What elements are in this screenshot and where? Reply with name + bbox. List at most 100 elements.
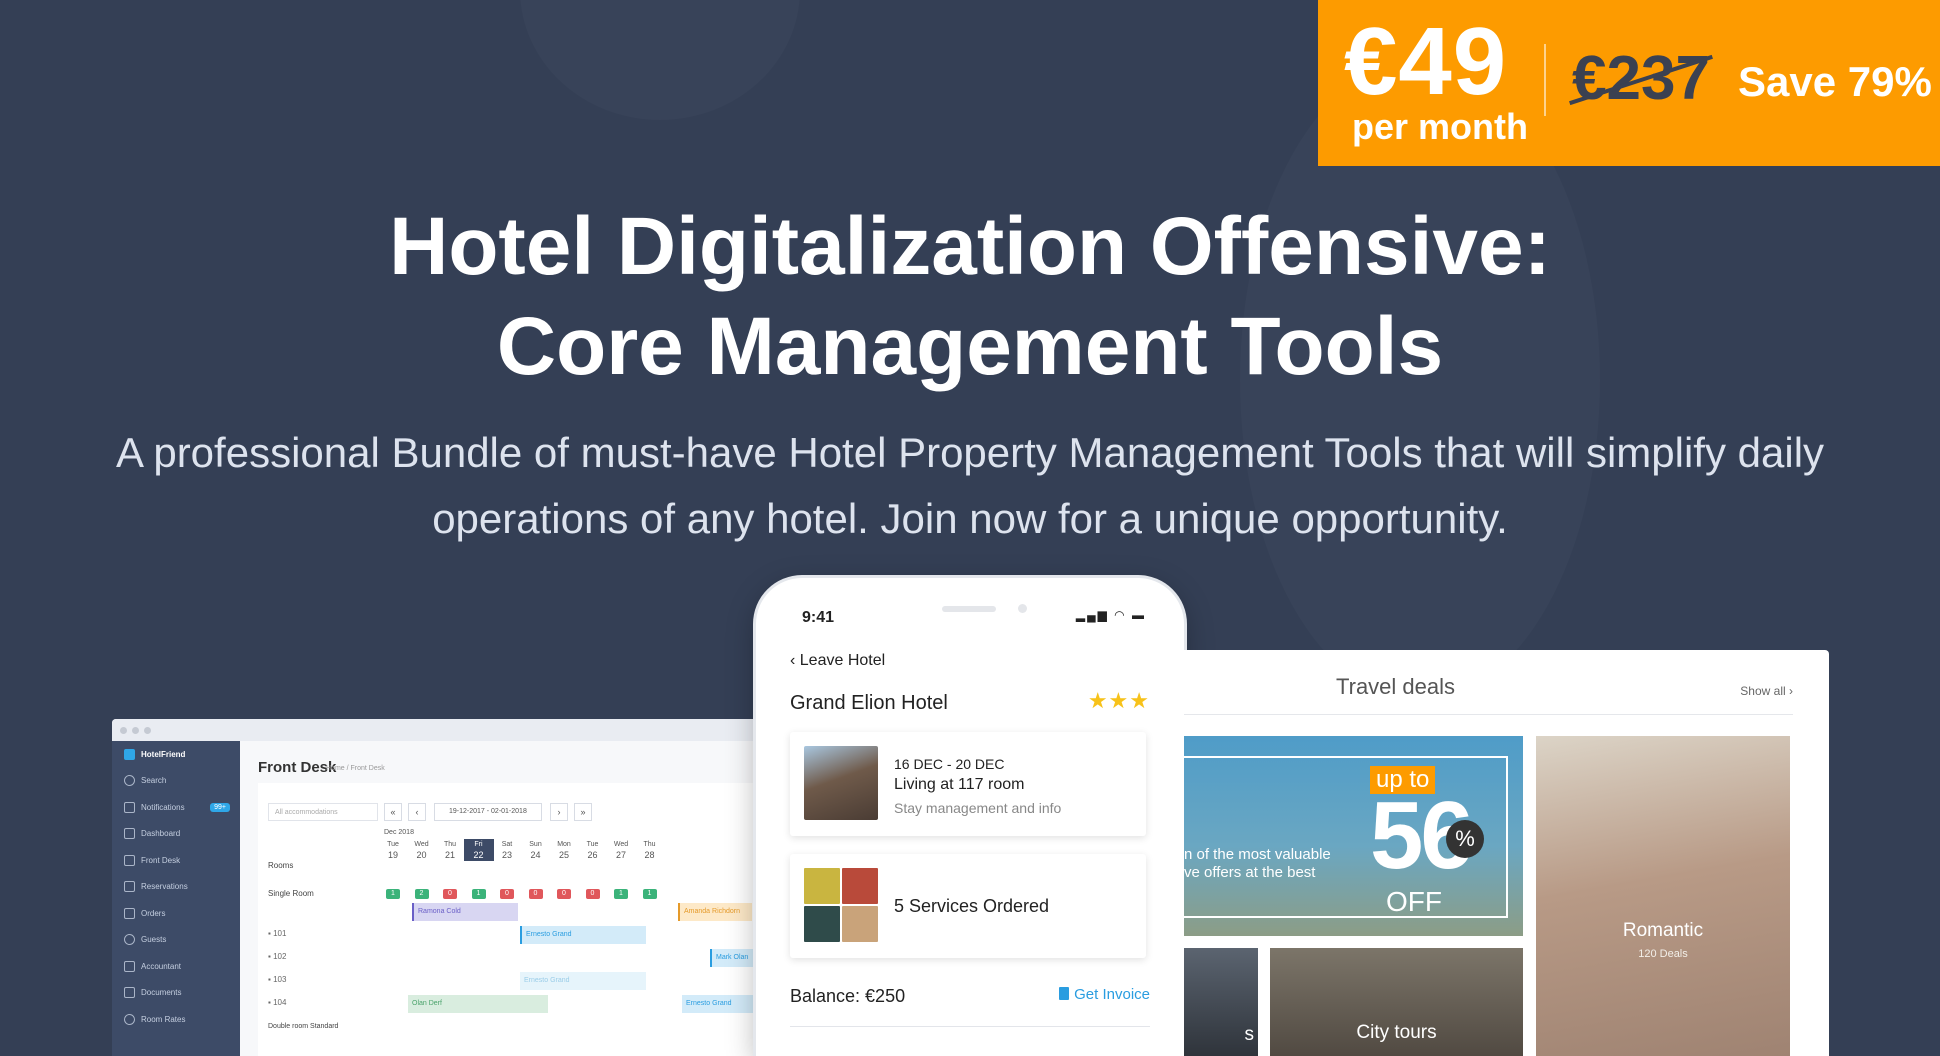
booking-grid: All accommodations « ‹ 19-12-2017 - 02-0… — [258, 783, 792, 1056]
deal-romantic-title: Romantic — [1622, 920, 1704, 941]
availability-cell: 1 — [386, 889, 400, 899]
rooms-header: Rooms — [268, 861, 294, 870]
booking-bar[interactable]: Mark Olan — [710, 949, 756, 967]
sidebar-item-front-desk[interactable]: Front Desk — [112, 847, 240, 874]
status-icons: ▂▄▆ ◠ ▬ — [1076, 608, 1146, 622]
day-column-7[interactable]: Tue 26 — [578, 839, 608, 861]
sidebar-item-notifications[interactable]: Notifications 99+ — [112, 794, 240, 821]
tray-icon — [124, 907, 135, 919]
percent-badge: % — [1446, 820, 1484, 858]
sidebar-item-logo[interactable]: HotelFriend — [112, 741, 240, 768]
chevron-right-icon: › — [1789, 684, 1793, 698]
availability-cell: 2 — [414, 889, 429, 899]
day-column-3[interactable]: Fri 22 — [463, 839, 494, 861]
price: €49 — [1344, 8, 1508, 115]
availability-cell: 1 — [642, 889, 657, 899]
show-all-link[interactable]: Show all › — [1740, 684, 1793, 698]
day-column-1[interactable]: Wed 20 — [407, 839, 437, 861]
service-photo — [804, 868, 840, 904]
stay-info: Stay management and info — [894, 800, 1062, 816]
deal-card-romantic[interactable]: Romantic 120 Deals — [1536, 736, 1790, 1056]
booking-bar[interactable]: Ernesto Grand — [520, 972, 646, 990]
deal-card-partial[interactable]: s — [1184, 948, 1258, 1056]
hero-subtitle-line2: operations of any hotel. Join now for a … — [432, 495, 1508, 542]
price-badge[interactable]: €49 per month €237 Save 79% — [1318, 0, 1940, 166]
status-time: 9:41 — [802, 609, 835, 626]
sidebar-item-search[interactable]: Search — [112, 768, 240, 795]
availability-cell: 0 — [500, 889, 514, 899]
last-page-button[interactable]: » — [574, 803, 592, 821]
day-column-0[interactable]: Tue 19 — [378, 839, 408, 861]
date-range-picker[interactable]: 19-12-2017 - 02-01-2018 — [434, 803, 542, 821]
star-rating: ★★★ — [1087, 688, 1150, 713]
calendar-icon — [124, 854, 135, 866]
divider — [1184, 714, 1793, 715]
search-icon — [124, 775, 135, 787]
divider — [790, 1026, 1150, 1027]
booking-bar[interactable]: Olan Derf — [408, 995, 548, 1013]
home-icon — [124, 828, 135, 840]
breadcrumb[interactable]: Home / Front Desk — [326, 765, 385, 772]
get-invoice-link[interactable]: Get Invoice — [1059, 986, 1150, 1003]
back-button[interactable]: ‹ Leave Hotel — [790, 652, 885, 670]
hero-subtitle: A professional Bundle of must-have Hotel… — [80, 420, 1860, 552]
sidebar-item-dashboard[interactable]: Dashboard — [112, 821, 240, 848]
booking-bar[interactable]: Ramona Cold — [412, 903, 518, 921]
day-column-5[interactable]: Sun 24 — [521, 839, 551, 861]
availability-cell: 0 — [585, 889, 600, 899]
sidebar-item-documents[interactable]: Documents — [112, 980, 240, 1007]
accommodation-select[interactable]: All accommodations — [268, 803, 378, 821]
phone-mockup: 9:41 ▂▄▆ ◠ ▬ ‹ Leave Hotel Grand Elion H… — [756, 578, 1184, 1056]
camera-dot — [1018, 604, 1027, 613]
desktop-app-preview: HotelFriend Search Notifications 99+ Dash… — [112, 719, 792, 1056]
sidebar-item-reservations[interactable]: Reservations — [112, 874, 240, 901]
availability-cell: 1 — [614, 889, 628, 899]
deal-card-city-tours[interactable]: City tours — [1270, 948, 1523, 1056]
availability-cell: 0 — [443, 889, 457, 899]
save-label: Save 79% — [1738, 58, 1932, 105]
day-column-4[interactable]: Sat 23 — [492, 839, 522, 861]
booking-bar[interactable]: Ernesto Grand — [682, 995, 756, 1013]
hero-subtitle-line1: A professional Bundle of must-have Hotel… — [115, 429, 1825, 476]
service-photo — [842, 906, 878, 942]
sidebar-item-accountant[interactable]: Accountant — [112, 953, 240, 980]
month-label: Dec 2018 — [384, 829, 414, 836]
travel-deals-title: Travel deals — [1336, 674, 1456, 699]
page-title: Front Desk — [258, 759, 337, 776]
hero-title-line1: Hotel Digitalization Offensive: — [389, 201, 1551, 292]
deal-city-tours-title: City tours — [1356, 1022, 1437, 1043]
document-icon — [1059, 987, 1070, 1000]
next-button[interactable]: › — [550, 803, 568, 821]
day-column-9[interactable]: Thu 28 — [635, 839, 665, 861]
booking-bar[interactable]: Amanda Richdorn — [678, 903, 752, 921]
hotel-photo — [804, 746, 878, 820]
badge-divider — [1544, 44, 1546, 116]
sidebar-item-room-rates[interactable]: Room Rates — [112, 1006, 240, 1033]
battery-icon: ▬ — [1132, 608, 1146, 622]
booking-bar[interactable]: Ernesto Grand — [520, 926, 646, 944]
wifi-icon: ◠ — [1114, 608, 1127, 622]
day-column-8[interactable]: Wed 27 — [606, 839, 636, 861]
service-photo — [804, 906, 840, 942]
deal-card-discount[interactable]: n of the most valuable ve offers at the … — [1184, 736, 1523, 936]
front-desk-main: Front Desk Home / Front Desk All accommo… — [240, 741, 792, 1056]
room-104[interactable]: ▪ 104 — [268, 998, 286, 1007]
sidebar-item-guests[interactable]: Guests — [112, 927, 240, 954]
window-dot — [144, 727, 151, 734]
deal-partial-title: s — [1244, 1024, 1255, 1045]
grid-icon — [124, 960, 135, 972]
room-102[interactable]: ▪ 102 — [268, 952, 286, 961]
stay-room: Living at 117 room — [894, 776, 1025, 793]
availability-cell: 1 — [471, 889, 486, 899]
prev-button[interactable]: ‹ — [408, 803, 426, 821]
day-column-2[interactable]: Thu 21 — [435, 839, 465, 861]
services-card[interactable]: 5 Services Ordered — [790, 854, 1146, 958]
user-icon — [124, 934, 135, 946]
sidebar-item-orders[interactable]: Orders — [112, 900, 240, 927]
room-101[interactable]: ▪ 101 — [268, 929, 286, 938]
day-column-6[interactable]: Mon 25 — [549, 839, 579, 861]
room-103[interactable]: ▪ 103 — [268, 975, 286, 984]
stay-card[interactable]: 16 DEC - 20 DEC Living at 117 room Stay … — [790, 732, 1146, 836]
first-page-button[interactable]: « — [384, 803, 402, 821]
sidebar: HotelFriend Search Notifications 99+ Dash… — [112, 741, 240, 1056]
